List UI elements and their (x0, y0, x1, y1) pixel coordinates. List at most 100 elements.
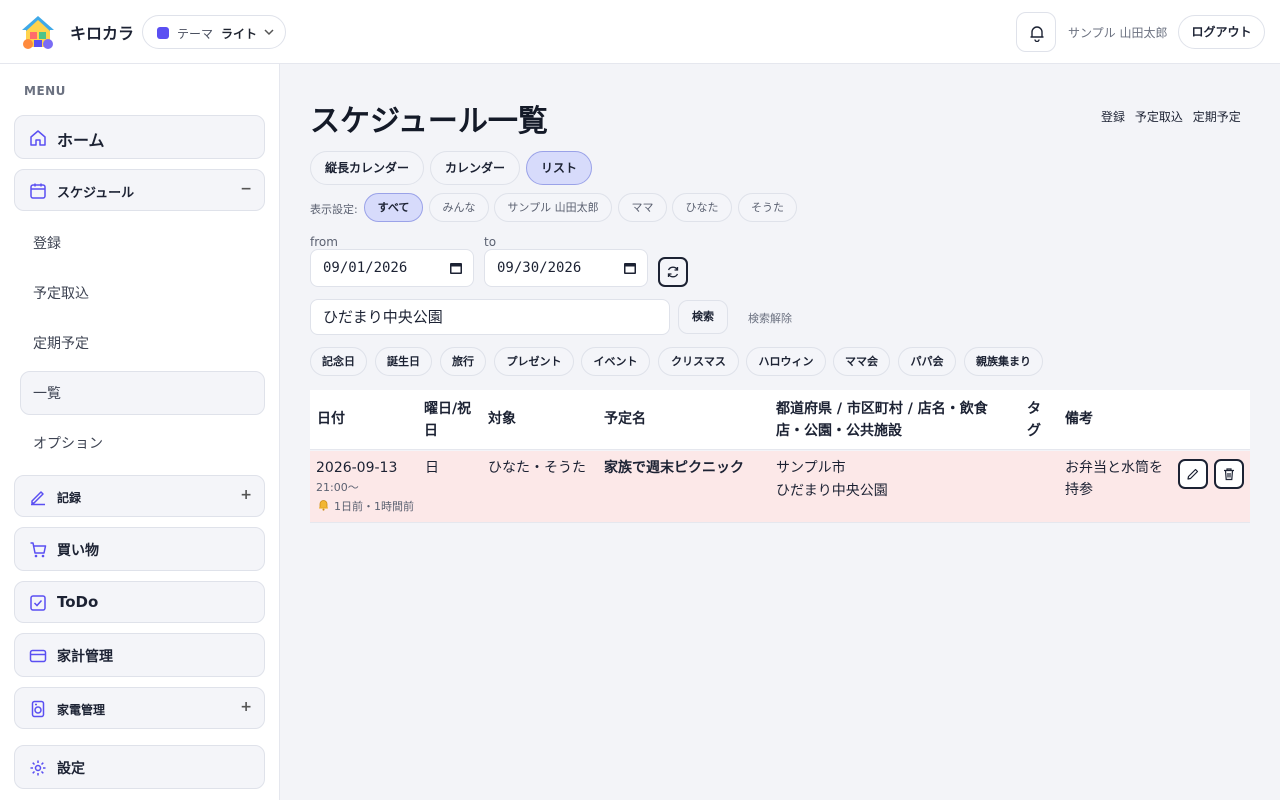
reminder-bell-icon (319, 500, 328, 511)
sidebar-item-appliances[interactable]: 家電管理 + (14, 687, 265, 729)
calendar-icon[interactable] (449, 261, 463, 275)
app-logo-icon[interactable] (20, 14, 56, 50)
row-note: お弁当と水筒を持参 (1065, 460, 1163, 498)
checkbox-icon (30, 595, 46, 611)
sidebar-item-budget[interactable]: 家計管理 (14, 633, 265, 677)
row-date: 2026-09-13 (316, 460, 398, 476)
edit-button[interactable] (1178, 459, 1208, 489)
sidebar-sub-import[interactable]: 予定取込 (33, 283, 89, 303)
tag-chip[interactable]: パパ会 (898, 347, 956, 376)
header-weekday: 曜日/祝日 (424, 401, 472, 439)
sidebar-item-label: 買い物 (57, 543, 99, 559)
to-date-value: 09/30/2026 (497, 260, 582, 276)
tag-chip[interactable]: クリスマス (658, 347, 739, 376)
sidebar-item-label: 記録 (57, 491, 82, 505)
to-date-input[interactable]: 09/30/2026 (484, 249, 648, 287)
chevron-down-icon (264, 29, 274, 36)
page-title: スケジュール一覧 (310, 104, 548, 139)
row-place-city: サンプル市 (776, 460, 846, 476)
app-name: キロカラ (70, 24, 135, 43)
from-date-value: 09/01/2026 (323, 260, 408, 276)
member-chip-mama[interactable]: ママ (618, 193, 667, 222)
sidebar-sub-list[interactable]: 一覧 (33, 383, 61, 403)
tag-chip[interactable]: ハロウィン (746, 347, 826, 376)
sidebar-item-home[interactable]: ホーム (14, 115, 265, 159)
register-link[interactable]: 登録 (1101, 110, 1125, 124)
sidebar-item-todo[interactable]: ToDo (14, 581, 265, 623)
tab-list[interactable]: リスト (526, 151, 592, 185)
tab-vertical-calendar[interactable]: 縦長カレンダー (310, 151, 424, 185)
row-weekday: 日 (425, 460, 439, 476)
row-name[interactable]: 家族で週末ピクニック (604, 457, 744, 479)
sidebar-item-settings[interactable]: 設定 (14, 745, 265, 789)
sidebar-item-label: 家計管理 (57, 649, 113, 665)
home-icon (30, 130, 46, 146)
sidebar-item-label: スケジュール (57, 186, 135, 201)
user-name: サンプル 山田太郎 (1068, 26, 1168, 40)
top-links: 登録 予定取込 定期予定 (1101, 108, 1241, 125)
from-date-input[interactable]: 09/01/2026 (310, 249, 474, 287)
row-time: 21:00〜 (316, 481, 359, 494)
expand-toggle[interactable]: + (240, 699, 252, 715)
tag-chip[interactable]: 旅行 (440, 347, 486, 376)
sidebar-item-label: ToDo (57, 593, 99, 611)
header-target: 対象 (488, 411, 516, 427)
member-chip-user[interactable]: サンプル 山田太郎 (494, 193, 612, 222)
header-place: 都道府県 / 市区町村 / 店名・飲食店・公園・公共施設 (776, 401, 988, 439)
sidebar-item-label: 家電管理 (57, 703, 106, 717)
pencil-icon (31, 491, 45, 506)
sidebar-item-records[interactable]: 記録 + (14, 475, 265, 517)
recurring-link[interactable]: 定期予定 (1193, 110, 1241, 124)
tag-chip[interactable]: 親族集まり (964, 347, 1043, 376)
table-header: 日付 曜日/祝日 対象 予定名 都道府県 / 市区町村 / 店名・飲食店・公園・… (310, 390, 1250, 450)
notifications-button[interactable] (1016, 12, 1056, 52)
app-header: キロカラ テーマ ライト サンプル 山田太郎 ログアウト (0, 0, 1280, 64)
sidebar-item-shopping[interactable]: 買い物 (14, 527, 265, 571)
refresh-button[interactable] (658, 257, 688, 287)
logout-button[interactable]: ログアウト (1178, 15, 1265, 49)
member-chip-all[interactable]: すべて (364, 193, 423, 222)
tag-chip[interactable]: 誕生日 (375, 347, 432, 376)
theme-select[interactable]: テーマ ライト (142, 15, 286, 49)
sidebar-sub-register[interactable]: 登録 (33, 233, 61, 253)
tab-calendar[interactable]: カレンダー (430, 151, 520, 185)
clear-search-link[interactable]: 検索解除 (748, 310, 792, 326)
credit-card-icon (29, 649, 47, 663)
member-chip-souta[interactable]: そうた (738, 193, 797, 222)
refresh-icon (667, 266, 679, 278)
tag-chip[interactable]: プレゼント (494, 347, 574, 376)
sidebar-item-label: ホーム (57, 131, 105, 150)
tag-chip[interactable]: ママ会 (833, 347, 890, 376)
member-chip-everyone[interactable]: みんな (429, 193, 489, 222)
search-input[interactable]: ひだまり中央公園 (310, 299, 670, 335)
import-link[interactable]: 予定取込 (1135, 110, 1183, 124)
row-target: ひなた・そうた (488, 460, 586, 476)
bell-icon (1030, 26, 1044, 42)
to-label: to (484, 235, 497, 249)
member-chip-hinata[interactable]: ひなた (672, 193, 732, 222)
row-reminder: 1日前・1時間前 (334, 500, 414, 513)
sidebar-item-label: 設定 (57, 761, 85, 777)
tag-chip[interactable]: イベント (581, 347, 650, 376)
collapse-toggle[interactable]: − (240, 181, 252, 197)
trash-icon (1224, 468, 1234, 481)
menu-caption: MENU (24, 84, 66, 98)
header-tag: タグ (1027, 401, 1041, 439)
filter-caption: 表示設定: (310, 203, 358, 216)
table-row[interactable]: 2026-09-13 21:00〜 1日前・1時間前 日 ひなた・そうた 家族で… (310, 451, 1250, 523)
calendar-icon (30, 183, 46, 199)
expand-toggle[interactable]: + (240, 487, 252, 503)
calendar-icon[interactable] (623, 261, 637, 275)
header-date: 日付 (317, 411, 345, 427)
header-name: 予定名 (604, 411, 646, 427)
sidebar-sub-options[interactable]: オプション (33, 433, 103, 453)
gear-icon (30, 760, 46, 776)
search-button[interactable]: 検索 (678, 300, 728, 334)
sidebar-item-schedule[interactable]: スケジュール − (14, 169, 265, 211)
sidebar-sub-recurring[interactable]: 定期予定 (33, 333, 89, 353)
cart-icon (30, 542, 47, 558)
delete-button[interactable] (1214, 459, 1244, 489)
appliance-icon (31, 700, 45, 718)
theme-value: ライト (221, 27, 258, 41)
tag-chip[interactable]: 記念日 (310, 347, 367, 376)
